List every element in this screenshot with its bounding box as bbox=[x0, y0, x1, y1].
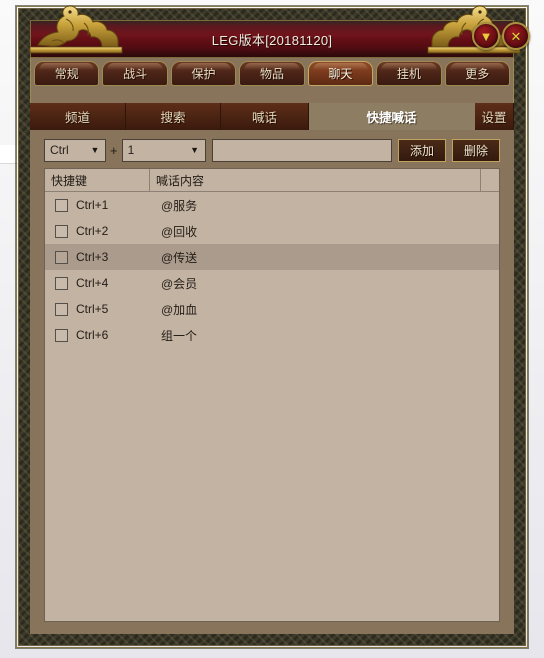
key-select[interactable]: 1 ▼ bbox=[121, 138, 206, 162]
row-text: @服务 bbox=[161, 198, 198, 213]
list-item[interactable]: Ctrl+2 @回收 bbox=[45, 218, 499, 244]
add-button-label: 添加 bbox=[409, 143, 434, 158]
row-key: Ctrl+1 bbox=[76, 198, 109, 212]
tab-changgui[interactable]: 常规 bbox=[34, 61, 100, 86]
row-checkbox[interactable] bbox=[55, 328, 68, 342]
row-text: @回收 bbox=[161, 224, 198, 239]
tab-label: 更多 bbox=[465, 67, 490, 81]
column-header-content: 喊话内容 bbox=[150, 169, 481, 191]
shortcut-toolbar: Ctrl ▼ + 1 ▼ 添加 删除 bbox=[44, 138, 500, 162]
subtab-label: 频道 bbox=[64, 111, 90, 125]
title-bar[interactable]: LEG版本[20181120] bbox=[30, 20, 514, 58]
list-item[interactable]: Ctrl+1 @服务 bbox=[45, 192, 499, 218]
minimize-icon: ▼ bbox=[479, 28, 493, 44]
tab-label: 聊天 bbox=[328, 67, 353, 81]
row-key: Ctrl+4 bbox=[76, 276, 109, 290]
row-text: @加血 bbox=[161, 302, 198, 317]
subtab-label: 设置 bbox=[481, 111, 507, 125]
close-button[interactable]: ✕ bbox=[502, 22, 530, 50]
game-window: LEG版本[20181120] ▼ ✕ 常规 战斗 保护 物品 聊天 挂机 更多… bbox=[16, 5, 530, 648]
tab-zhandou[interactable]: 战斗 bbox=[102, 61, 168, 86]
shout-text-input[interactable] bbox=[211, 138, 392, 162]
delete-button[interactable]: 删除 bbox=[452, 138, 500, 162]
modifier-select[interactable]: Ctrl ▼ bbox=[44, 138, 106, 162]
row-text: 组一个 bbox=[161, 328, 198, 343]
content-panel: Ctrl ▼ + 1 ▼ 添加 删除 快捷键 喊话内容 Ctrl+1 @服务 C… bbox=[30, 130, 514, 634]
chevron-down-icon: ▼ bbox=[190, 145, 200, 155]
tab-label: 挂机 bbox=[396, 67, 421, 81]
tab-liaotian[interactable]: 聊天 bbox=[307, 61, 374, 86]
delete-button-label: 删除 bbox=[463, 143, 488, 158]
screen: LEG版本[20181120] ▼ ✕ 常规 战斗 保护 物品 聊天 挂机 更多… bbox=[0, 0, 544, 658]
list-item[interactable]: Ctrl+4 @会员 bbox=[45, 270, 499, 296]
key-value: 1 bbox=[127, 143, 135, 157]
subtab-hanhua[interactable]: 喊话 bbox=[221, 103, 309, 130]
close-icon: ✕ bbox=[510, 28, 522, 44]
row-checkbox[interactable] bbox=[55, 224, 68, 238]
column-header-spacer bbox=[481, 169, 499, 191]
tab-label: 常规 bbox=[54, 67, 79, 81]
window-controls: ▼ ✕ bbox=[472, 22, 530, 50]
main-tab-bar: 常规 战斗 保护 物品 聊天 挂机 更多 bbox=[30, 61, 514, 86]
subtab-pindao[interactable]: 频道 bbox=[30, 103, 126, 130]
row-checkbox[interactable] bbox=[55, 302, 68, 316]
row-checkbox[interactable] bbox=[55, 250, 68, 264]
tab-baohu[interactable]: 保护 bbox=[170, 61, 237, 86]
subtab-label: 喊话 bbox=[251, 111, 277, 125]
row-checkbox[interactable] bbox=[55, 198, 68, 212]
tab-label: 保护 bbox=[191, 67, 216, 81]
subtab-label: 搜索 bbox=[160, 111, 186, 125]
row-key: Ctrl+2 bbox=[76, 224, 109, 238]
row-key: Ctrl+6 bbox=[76, 328, 109, 342]
row-key: Ctrl+5 bbox=[76, 302, 109, 316]
row-key: Ctrl+3 bbox=[76, 250, 109, 264]
subtab-kuaijiehanhua[interactable]: 快捷喊话 bbox=[309, 103, 475, 130]
window-title: LEG版本[20181120] bbox=[211, 33, 333, 48]
tab-label: 物品 bbox=[259, 67, 284, 81]
tab-label: 战斗 bbox=[123, 67, 148, 81]
minimize-button[interactable]: ▼ bbox=[472, 22, 500, 50]
list-item[interactable]: Ctrl+6 组一个 bbox=[45, 322, 499, 348]
tab-guaji[interactable]: 挂机 bbox=[376, 61, 442, 86]
list-header: 快捷键 喊话内容 bbox=[45, 169, 499, 192]
tab-wupin[interactable]: 物品 bbox=[239, 61, 305, 86]
tab-gengduo[interactable]: 更多 bbox=[444, 61, 510, 86]
list-item[interactable]: Ctrl+5 @加血 bbox=[45, 296, 499, 322]
row-text: @传送 bbox=[161, 250, 198, 265]
subtab-shezhi[interactable]: 设置 bbox=[475, 103, 514, 130]
shortcut-list[interactable]: 快捷键 喊话内容 Ctrl+1 @服务 Ctrl+2 @回收 Ctrl+3 @传… bbox=[44, 168, 500, 622]
modifier-value: Ctrl bbox=[50, 143, 69, 157]
sub-tab-bar: 频道 搜索 喊话 快捷喊话 设置 bbox=[30, 103, 514, 130]
subtab-label: 快捷喊话 bbox=[366, 111, 417, 125]
add-button[interactable]: 添加 bbox=[398, 138, 446, 162]
row-checkbox[interactable] bbox=[55, 276, 68, 290]
subtab-sousuo[interactable]: 搜索 bbox=[126, 103, 221, 130]
chevron-down-icon: ▼ bbox=[90, 145, 100, 155]
plus-separator: + bbox=[110, 142, 118, 158]
list-item[interactable]: Ctrl+3 @传送 bbox=[45, 244, 499, 270]
column-header-key: 快捷键 bbox=[45, 169, 150, 191]
row-text: @会员 bbox=[161, 276, 198, 291]
